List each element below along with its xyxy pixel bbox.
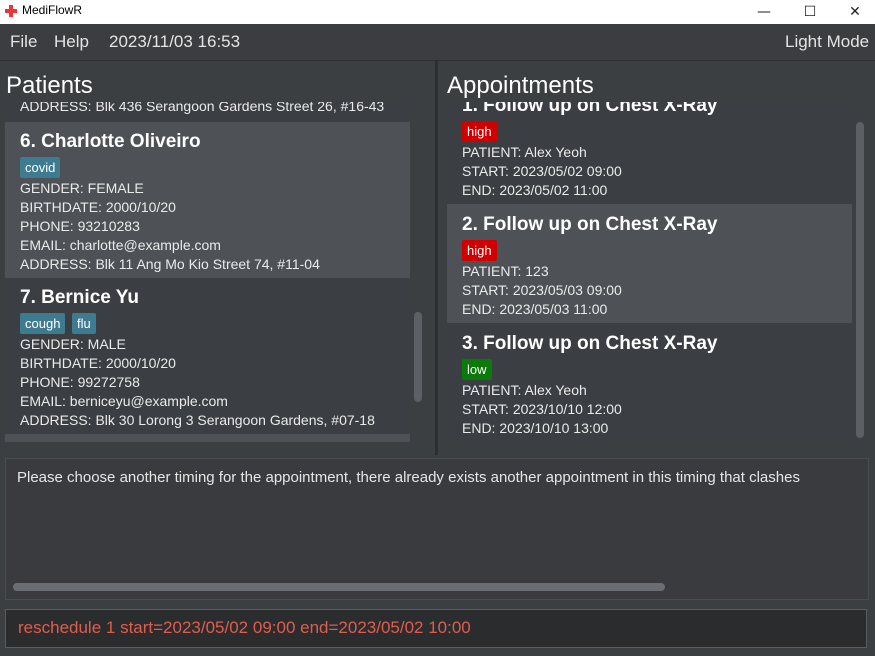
appointment-end: END: 2023/05/03 11:00 [462,301,608,317]
patient-card-partial[interactable]: ADDRESS: Blk 436 Serangoon Gardens Stree… [5,102,410,122]
patient-phone: PHONE: 99272758 [20,374,140,390]
current-datetime: 2023/11/03 16:53 [109,32,241,51]
menu-help[interactable]: Help [54,32,89,52]
patient-tag: covid [20,157,61,178]
patient-tag: flu [72,313,96,334]
patient-address: ADDRESS: Blk 30 Lorong 3 Serangoon Garde… [20,412,375,428]
maximize-button[interactable]: ☐ [787,0,833,24]
patient-email: EMAIL: charlotte@example.com [20,237,221,253]
appointment-card[interactable]: 2. Follow up on Chest X-Ray high PATIENT… [447,204,852,323]
patient-name: 6. Charlotte Oliveiro [20,131,201,152]
result-message: Please choose another timing for the app… [17,469,800,486]
appointments-title: Appointments [447,72,594,99]
menu-file[interactable]: File [10,32,37,52]
priority-tag: low [462,359,492,380]
command-box[interactable] [5,609,867,648]
command-input[interactable] [18,618,858,638]
window-title-bar: MediFlowR — ☐ ✕ [0,0,875,24]
close-button[interactable]: ✕ [832,0,875,24]
menu-bar: File Help 2023/11/03 16:53 Light Mode [0,24,875,61]
appointment-patient: PATIENT: Alex Yeoh [462,144,587,160]
appointment-start: START: 2023/05/02 09:00 [462,163,622,179]
appointment-list-scrollbar[interactable] [856,122,864,438]
minimize-icon: — [757,4,771,20]
appointment-start: START: 2023/10/10 12:00 [462,401,622,417]
patient-gender: GENDER: FEMALE [20,180,144,196]
patient-list-scrollbar[interactable] [414,312,422,402]
patient-gender: GENDER: MALE [20,336,126,352]
appointment-title: 1. Follow up on Chest X-Ray [462,102,718,116]
appointment-end: END: 2023/10/10 13:00 [462,420,609,436]
appointment-card[interactable]: 3. Follow up on Chest X-Ray low PATIENT:… [447,323,852,442]
patient-list[interactable]: ADDRESS: Blk 436 Serangoon Gardens Stree… [5,102,410,442]
appointment-end: END: 2023/05/02 11:00 [462,182,608,198]
patient-name: 7. Bernice Yu [20,287,139,308]
patient-birthdate: BIRTHDATE: 2000/10/20 [20,199,176,215]
patient-address: ADDRESS: Blk 11 Ang Mo Kio Street 74, #1… [20,256,320,272]
patient-address: ADDRESS: Blk 436 Serangoon Gardens Stree… [20,102,385,114]
appointment-patient: PATIENT: Alex Yeoh [462,382,587,398]
appointment-title: 2. Follow up on Chest X-Ray [462,214,718,235]
minimize-button[interactable]: — [741,0,787,24]
appointment-title: 3. Follow up on Chest X-Ray [462,333,718,354]
patient-email: EMAIL: berniceyu@example.com [20,393,228,409]
appointment-start: START: 2023/05/03 09:00 [462,282,622,298]
patients-title: Patients [6,72,93,99]
panel-divider[interactable] [435,60,438,455]
priority-tag: high [462,121,497,142]
patient-card-partial[interactable] [5,434,410,442]
result-horizontal-scrollbar[interactable] [13,583,665,591]
window-title: MediFlowR [22,3,83,17]
patient-tag: cough [20,313,66,334]
red-cross-icon [5,5,17,17]
priority-tag: high [462,240,497,261]
appointment-list[interactable]: 1. Follow up on Chest X-Ray high PATIENT… [447,102,852,442]
maximize-icon: ☐ [803,4,817,20]
light-mode-toggle[interactable]: Light Mode [785,32,869,52]
result-display: Please choose another timing for the app… [5,458,869,600]
patient-phone: PHONE: 93210283 [20,218,140,234]
patient-card[interactable]: 6. Charlotte Oliveiro covid GENDER: FEMA… [5,122,410,278]
close-icon: ✕ [849,4,861,20]
patient-birthdate: BIRTHDATE: 2000/10/20 [20,355,176,371]
appointment-card[interactable]: 1. Follow up on Chest X-Ray high PATIENT… [447,102,852,204]
appointment-patient: PATIENT: 123 [462,263,549,279]
patient-card[interactable]: 7. Bernice Yu cough flu GENDER: MALE BIR… [5,278,410,434]
